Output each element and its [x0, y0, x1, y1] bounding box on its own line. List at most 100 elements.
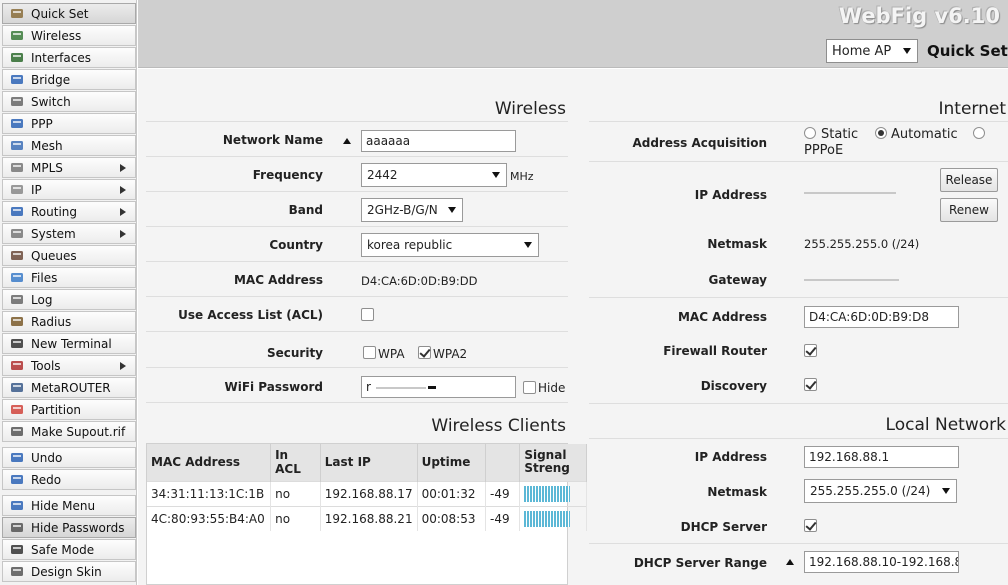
sidebar-item-undo[interactable]: Undo: [2, 447, 136, 468]
queues-icon: [9, 249, 25, 263]
column-header-uptime[interactable]: Uptime: [417, 444, 486, 481]
sidebar-item-files[interactable]: Files: [2, 267, 136, 288]
gateway-label: Gateway: [708, 273, 767, 287]
sidebar-item-log[interactable]: Log: [2, 289, 136, 310]
sidebar-item-system[interactable]: System: [2, 223, 136, 244]
sidebar-item-new-terminal[interactable]: New Terminal: [2, 333, 136, 354]
column-header-signal-strength[interactable]: Signal Streng: [519, 444, 587, 481]
acl-checkbox[interactable]: [361, 308, 374, 321]
static-radio[interactable]: [804, 127, 816, 139]
client-uptime: 00:01:32: [417, 480, 486, 506]
sidebar-item-ppp[interactable]: PPP: [2, 113, 136, 134]
sidebar-item-interfaces[interactable]: Interfaces: [2, 47, 136, 68]
sidebar-item-wireless[interactable]: Wireless: [2, 25, 136, 46]
terminal-icon: [9, 337, 25, 351]
sidebar-item-metarouter[interactable]: MetaROUTER: [2, 377, 136, 398]
password-input[interactable]: r: [361, 376, 516, 398]
column-header-last-ip[interactable]: Last IP: [320, 444, 418, 481]
chevron-right-icon: [120, 163, 126, 172]
sidebar-item-bridge[interactable]: Bridge: [2, 69, 136, 90]
dhcp-range-input[interactable]: 192.168.88.10-192.168.88: [804, 551, 959, 573]
local-ip-input[interactable]: 192.168.88.1: [804, 446, 959, 468]
sidebar-menu: Quick Set Wireless Interfaces Bridge Switch P…: [0, 0, 137, 585]
column-header-mac[interactable]: MAC Address: [147, 444, 272, 481]
automatic-radio[interactable]: [875, 127, 887, 139]
sidebar-item-radius[interactable]: Radius: [2, 311, 136, 332]
band-select[interactable]: 2GHz-B/G/N: [361, 198, 463, 222]
sidebar-item-hide-menu[interactable]: Hide Menu: [2, 495, 136, 516]
client-ip: 192.168.88.17: [320, 480, 418, 506]
table-row[interactable]: 34:31:11:13:1C:1B no 192.168.88.17 00:01…: [147, 480, 587, 506]
ip-icon: [9, 183, 25, 197]
password-label: WiFi Password: [224, 380, 323, 394]
sidebar-item-label: Undo: [31, 450, 63, 465]
collapse-triangle-icon[interactable]: [786, 559, 794, 565]
sidebar-item-ip[interactable]: IP: [2, 179, 136, 200]
mode-select[interactable]: Home AP: [826, 39, 918, 63]
internet-netmask-row: Netmask 255.255.255.0 (/24): [589, 227, 1008, 262]
sidebar-item-mpls[interactable]: MPLS: [2, 157, 136, 178]
discovery-checkbox[interactable]: [804, 378, 817, 391]
ppp-icon: [9, 117, 25, 131]
sidebar-item-label: Safe Mode: [31, 542, 95, 557]
wpa-checkbox[interactable]: [363, 346, 376, 359]
gateway-row: Gateway: [589, 262, 1008, 297]
routing-icon: [9, 205, 25, 219]
tools-icon: [9, 359, 25, 373]
mode-select-value: Home AP: [832, 43, 892, 59]
internet-mac-input[interactable]: D4:CA:6D:0D:B9:D8: [804, 306, 959, 328]
log-icon: [9, 293, 25, 307]
files-icon: [9, 271, 25, 285]
release-button[interactable]: Release: [940, 168, 998, 192]
wireless-column: Wireless Network Name aaaaaa Frequency 2…: [146, 69, 587, 585]
sidebar-item-safe-mode[interactable]: Safe Mode: [2, 539, 136, 560]
sidebar-item-make-supout-rif[interactable]: Make Supout.rif: [2, 421, 136, 442]
sidebar-item-mesh[interactable]: Mesh: [2, 135, 136, 156]
internet-mac-label: MAC Address: [677, 310, 767, 324]
sidebar-item-label: Queues: [31, 248, 77, 263]
wpa2-checkbox[interactable]: [418, 346, 431, 359]
column-header-signal-value[interactable]: [485, 444, 521, 481]
sidebar-item-tools[interactable]: Tools: [2, 355, 136, 376]
hide-password-checkbox[interactable]: [523, 381, 536, 394]
column-header-in-acl[interactable]: In ACL: [270, 444, 321, 481]
local-netmask-label: Netmask: [707, 485, 767, 499]
network-name-input[interactable]: aaaaaa: [361, 130, 516, 152]
sidebar-item-queues[interactable]: Queues: [2, 245, 136, 266]
local-netmask-select[interactable]: 255.255.255.0 (/24): [804, 479, 957, 503]
sidebar-item-design-skin[interactable]: Design Skin: [2, 561, 136, 582]
firewall-checkbox[interactable]: [804, 344, 817, 357]
interfaces-icon: [9, 51, 25, 65]
country-select[interactable]: korea republic: [361, 233, 539, 257]
sidebar-item-switch[interactable]: Switch: [2, 91, 136, 112]
pppoe-radio[interactable]: [973, 127, 985, 139]
dhcp-server-checkbox[interactable]: [804, 519, 817, 532]
client-ip: 192.168.88.21: [320, 505, 418, 531]
redo-icon: [9, 473, 25, 487]
internet-mac-row: MAC Address D4:CA:6D:0D:B9:D8: [589, 297, 1008, 333]
sidebar-item-label: Wireless: [31, 28, 82, 43]
renew-button[interactable]: Renew: [940, 198, 998, 222]
chevron-down-icon: [524, 242, 532, 248]
table-row[interactable]: 4C:80:93:55:B4:A0 no 192.168.88.21 00:08…: [147, 505, 587, 531]
sidebar-item-quick-set[interactable]: Quick Set: [2, 3, 136, 24]
collapse-triangle-icon[interactable]: [343, 138, 351, 144]
sidebar-item-label: MPLS: [31, 160, 63, 175]
sidebar-item-label: Interfaces: [31, 50, 91, 65]
client-uptime: 00:08:53: [417, 505, 486, 531]
sidebar-item-redo[interactable]: Redo: [2, 469, 136, 490]
safe-mode-icon: [9, 543, 25, 557]
system-icon: [9, 227, 25, 241]
sidebar-item-partition[interactable]: Partition: [2, 399, 136, 420]
sidebar-item-routing[interactable]: Routing: [2, 201, 136, 222]
address-acquisition-label: Address Acquisition: [632, 136, 767, 150]
sidebar-item-hide-passwords[interactable]: Hide Passwords: [2, 517, 136, 538]
network-name-row: Network Name aaaaaa: [146, 121, 568, 156]
frequency-select[interactable]: 2442: [361, 163, 507, 187]
main-content: Wireless Network Name aaaaaa Frequency 2…: [138, 69, 1008, 585]
partition-icon: [9, 403, 25, 417]
signal-bar: [519, 480, 587, 506]
internet-netmask-value: 255.255.255.0 (/24): [804, 237, 920, 251]
country-value: korea republic: [367, 238, 453, 252]
frequency-row: Frequency 2442 MHz: [146, 156, 568, 191]
